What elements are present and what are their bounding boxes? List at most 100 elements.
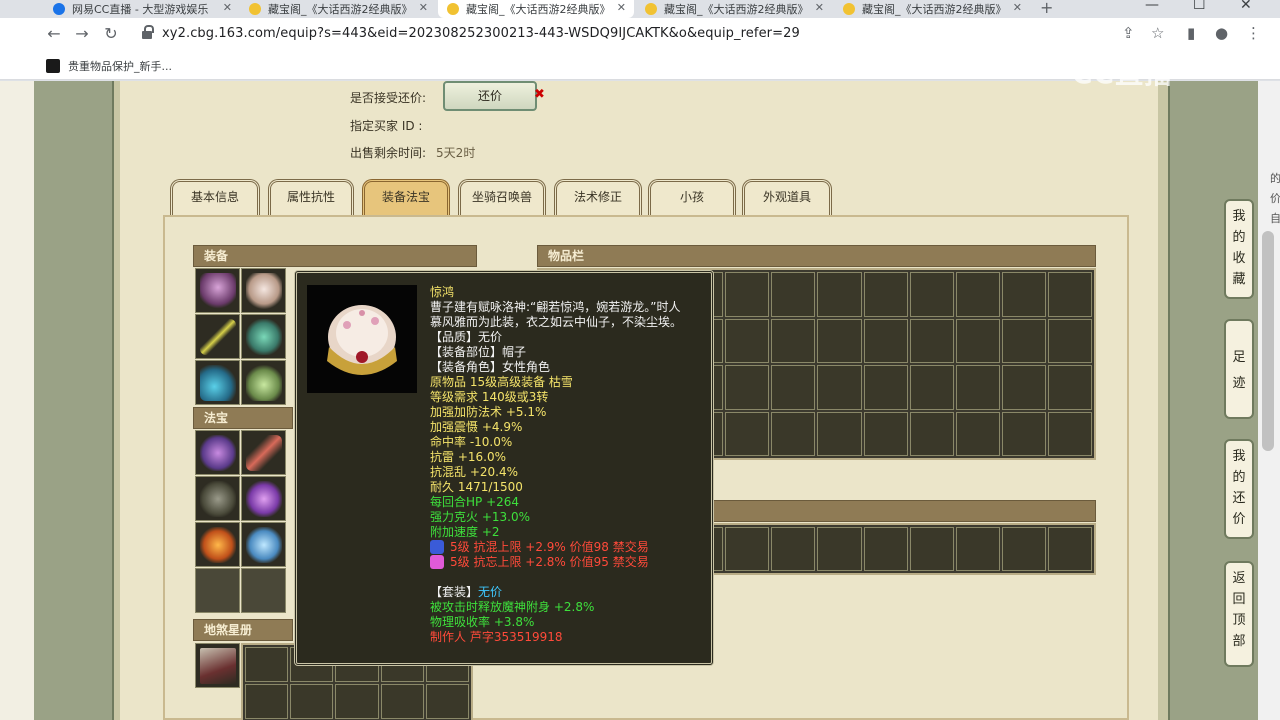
footprint-button[interactable]: 足迹 [1224,319,1254,419]
sidepanel-icon[interactable]: ▮ [1187,24,1195,42]
close-tab-icon[interactable]: ✕ [1013,1,1022,14]
grid-cell[interactable] [725,527,770,571]
treasure-slot-8[interactable] [241,568,286,613]
browser-tab-5[interactable]: 藏宝阁_《大话西游2经典版》 ✕ [834,0,1030,18]
grid-cell[interactable] [909,318,954,363]
grid-cell[interactable] [1001,272,1046,317]
my-favorites-button[interactable]: 我的收藏 [1224,199,1254,299]
browser-tab-4[interactable]: 藏宝阁_《大话西游2经典版》 ✕ [636,0,832,18]
grid-cell[interactable] [955,527,1000,571]
profile-avatar-icon[interactable]: ● [1215,24,1228,42]
grid-cell[interactable] [1001,411,1046,456]
grid-cell[interactable] [863,365,908,410]
grid-cell[interactable] [290,684,334,719]
maximize-icon[interactable]: ☐ [1193,0,1206,13]
tab-equipment[interactable]: 装备法宝 [362,179,450,215]
treasure-slot-6[interactable] [241,522,286,567]
grid-cell[interactable] [725,365,770,410]
grid-cell[interactable] [863,318,908,363]
grid-cell[interactable] [380,684,424,719]
equip-slot-1[interactable] [195,268,240,313]
bookmark-star-icon[interactable]: ☆ [1151,24,1164,42]
grid-cell[interactable] [955,365,1000,410]
grid-cell[interactable] [909,527,954,571]
tab-mount-summon[interactable]: 坐骑召唤兽 [458,179,546,215]
close-tab-icon[interactable]: ✕ [419,1,428,14]
tab-child[interactable]: 小孩 [648,179,736,215]
grid-cell[interactable] [1001,527,1046,571]
grid-cell[interactable] [863,411,908,456]
close-tab-icon[interactable]: ✕ [223,1,232,14]
grid-cell[interactable] [725,411,770,456]
reload-icon[interactable]: ↻ [101,24,121,44]
browser-tab-2[interactable]: 藏宝阁_《大话西游2经典版》 ✕ [240,0,436,18]
grid-cell[interactable] [955,272,1000,317]
grid-cell[interactable] [909,411,954,456]
forward-arrow-icon[interactable]: → [72,24,92,44]
treasure-slot-1[interactable] [195,430,240,475]
grid-cell[interactable] [245,684,289,719]
share-icon[interactable]: ⇪ [1122,24,1135,42]
grid-cell[interactable] [1001,318,1046,363]
menu-dots-icon[interactable]: ⋮ [1246,24,1261,42]
equip-slot-5[interactable] [195,360,240,405]
grid-cell[interactable] [817,272,862,317]
my-counter-offers-button[interactable]: 我的还价 [1224,439,1254,539]
lock-icon[interactable] [142,25,154,39]
grid-cell[interactable] [1047,411,1092,456]
star-book-slot-1[interactable] [195,643,240,688]
grid-cell[interactable] [955,411,1000,456]
minimize-icon[interactable]: — [1145,0,1159,13]
grid-cell[interactable] [335,684,379,719]
treasure-slot-5[interactable] [195,522,240,567]
tab-appearance[interactable]: 外观道具 [742,179,832,215]
equip-slot-4[interactable] [241,314,286,359]
grid-cell[interactable] [817,527,862,571]
grid-cell[interactable] [725,272,770,317]
grid-cell[interactable] [771,272,816,317]
grid-cell[interactable] [863,527,908,571]
grid-cell[interactable] [1047,365,1092,410]
treasure-slot-3[interactable] [195,476,240,521]
treasure-slot-7[interactable] [195,568,240,613]
close-tab-icon[interactable]: ✕ [617,1,626,14]
grid-cell[interactable] [771,411,816,456]
equip-slot-6[interactable] [241,360,286,405]
close-tab-icon[interactable]: ✕ [815,1,824,14]
equip-slot-2[interactable] [241,268,286,313]
grid-cell[interactable] [771,365,816,410]
grid-cell[interactable] [955,318,1000,363]
address-bar[interactable]: xy2.cbg.163.com/equip?s=443&eid=20230825… [132,21,1172,47]
grid-cell[interactable] [817,318,862,363]
grid-cell[interactable] [771,527,816,571]
grid-cell[interactable] [817,365,862,410]
back-to-top-button[interactable]: 返回顶部 [1224,561,1254,667]
blue-gem-icon [430,540,444,554]
grid-cell[interactable] [817,411,862,456]
grid-cell[interactable] [1047,272,1092,317]
grid-cell[interactable] [863,272,908,317]
tab-spell-correction[interactable]: 法术修正 [554,179,642,215]
treasure-slot-4[interactable] [241,476,286,521]
tab-attributes[interactable]: 属性抗性 [268,179,354,215]
grid-cell[interactable] [1001,365,1046,410]
scrollbar-thumb[interactable] [1262,231,1274,451]
grid-cell[interactable] [1047,527,1092,571]
tab-basic-info[interactable]: 基本信息 [170,179,260,215]
equip-slot-3[interactable] [195,314,240,359]
new-tab-icon[interactable]: + [1040,0,1053,17]
grid-cell[interactable] [1047,318,1092,363]
treasure-slot-2[interactable] [241,430,286,475]
bookmark-item[interactable]: 贵重物品保护_新手... [46,58,172,74]
counter-offer-button[interactable]: 还价 [443,81,537,111]
grid-cell[interactable] [909,365,954,410]
close-window-icon[interactable]: ✕ [1240,0,1252,13]
browser-tab-1[interactable]: 网易CC直播 - 大型游戏娱乐 ✕ [44,0,240,18]
back-arrow-icon[interactable]: ← [44,24,64,44]
grid-cell[interactable] [909,272,954,317]
grid-cell[interactable] [725,318,770,363]
grid-cell[interactable] [245,647,289,682]
grid-cell[interactable] [425,684,469,719]
grid-cell[interactable] [771,318,816,363]
browser-tab-3[interactable]: 藏宝阁_《大话西游2经典版》 ✕ [438,0,634,18]
